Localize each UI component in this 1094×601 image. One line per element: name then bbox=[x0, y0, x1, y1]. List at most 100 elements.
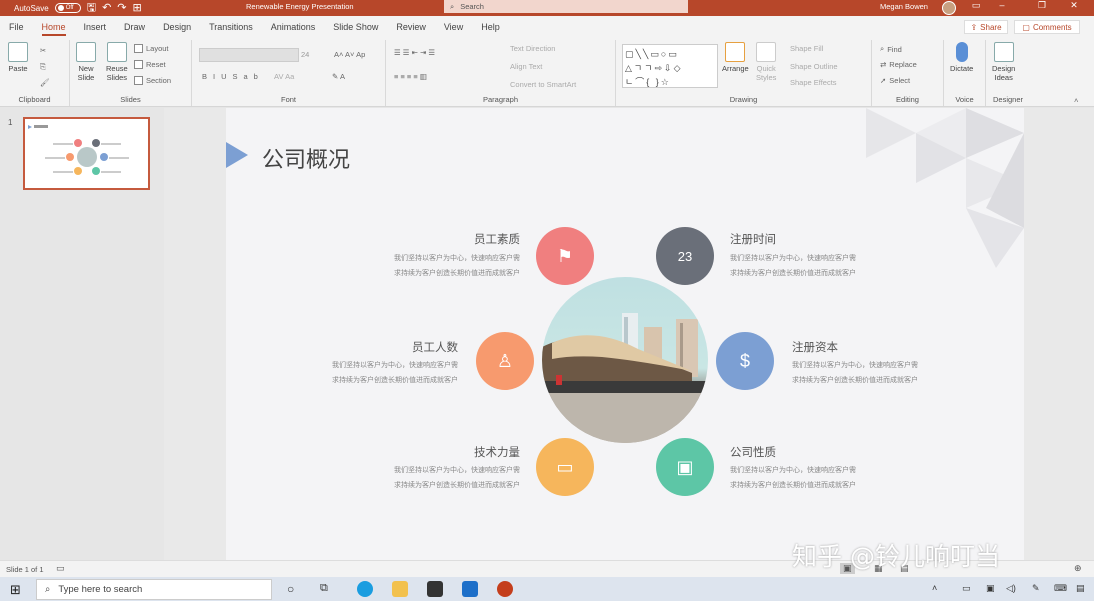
char-spacing-icon[interactable]: AV Aa bbox=[274, 72, 294, 81]
convert-smartart-button[interactable]: Convert to SmartArt bbox=[510, 80, 576, 89]
volume-icon[interactable]: ◁) bbox=[1006, 583, 1016, 594]
font-style-buttons[interactable]: BIUSab bbox=[202, 72, 264, 81]
reuse-slides-icon bbox=[106, 42, 127, 62]
voice-group: Dictate Voice bbox=[944, 40, 986, 106]
taskbar-search-box[interactable]: ⌕ Type here to search bbox=[36, 579, 272, 600]
user-icon: ♙ bbox=[476, 332, 534, 390]
windows-start-icon[interactable]: ⊞ bbox=[10, 582, 21, 598]
restore-icon[interactable]: ❐ bbox=[1030, 0, 1054, 11]
collapse-ribbon-icon[interactable]: ˄ bbox=[1074, 96, 1078, 105]
ribbon-display-icon[interactable]: ▭ bbox=[964, 0, 988, 11]
item-desc-staff-count: 我们坚持以客户为中心，快速响应客户需 求持续为客户创造长期价值进而成就客户 bbox=[332, 361, 458, 384]
tab-home[interactable]: Home bbox=[33, 16, 75, 38]
arrange-button[interactable]: Arrange bbox=[722, 42, 749, 73]
editing-label: Editing bbox=[896, 95, 919, 104]
font-name-box[interactable] bbox=[199, 48, 299, 62]
network-icon[interactable]: ▣ bbox=[986, 583, 995, 594]
reset-button[interactable]: Reset bbox=[134, 60, 166, 69]
dictate-button[interactable]: Dictate bbox=[950, 42, 973, 73]
bullets-icon[interactable]: ☰ ☰ ⇤ ⇥ ☰ bbox=[394, 48, 435, 57]
designer-group: Design Ideas Designer bbox=[986, 40, 1030, 106]
design-ideas-button[interactable]: Design Ideas bbox=[992, 42, 1015, 82]
battery-icon: ▭ bbox=[536, 438, 594, 496]
shape-fill-button[interactable]: Shape Fill bbox=[790, 44, 823, 53]
redo-icon[interactable]: ↷ bbox=[117, 3, 126, 14]
pen-icon[interactable]: ✎ bbox=[1032, 583, 1040, 594]
replace-icon: ⇄ bbox=[880, 60, 887, 69]
battery-tray-icon[interactable]: ▭ bbox=[962, 583, 971, 594]
search-icon: ⌕ bbox=[45, 584, 51, 595]
tab-draw[interactable]: Draw bbox=[115, 16, 154, 38]
title-search-box[interactable]: ⌕ Search bbox=[444, 0, 688, 13]
minimize-icon[interactable]: – bbox=[990, 0, 1014, 10]
slide-thumbnail[interactable] bbox=[23, 117, 150, 190]
item-title-staff-quality: 员工素质 bbox=[474, 232, 520, 246]
file-explorer-icon[interactable] bbox=[392, 581, 408, 597]
undo-icon[interactable]: ↶ bbox=[102, 3, 111, 14]
replace-button[interactable]: ⇄ Replace bbox=[880, 60, 917, 69]
voice-label: Voice bbox=[955, 95, 974, 104]
tab-view[interactable]: View bbox=[435, 16, 472, 38]
search-icon: ⌕ bbox=[450, 1, 455, 11]
new-slide-button[interactable]: New Slide bbox=[76, 42, 96, 82]
present-icon[interactable]: ⊞ bbox=[133, 3, 142, 14]
user-name[interactable]: Megan Bowen bbox=[880, 2, 928, 11]
microphone-icon bbox=[955, 42, 968, 62]
copy-icon[interactable]: ⎘ bbox=[40, 62, 46, 72]
paste-button[interactable]: Paste bbox=[8, 42, 28, 73]
format-painter-icon[interactable]: 🖌 bbox=[40, 78, 50, 87]
powerpoint-icon[interactable] bbox=[497, 581, 513, 597]
font-size-box[interactable]: 24 bbox=[299, 48, 329, 62]
item-title-registration-time: 注册时间 bbox=[730, 232, 776, 246]
keyboard-icon[interactable]: ⌨ bbox=[1054, 583, 1067, 594]
cursor-icon: ➚ bbox=[880, 76, 887, 85]
tab-help[interactable]: Help bbox=[472, 16, 509, 38]
quick-styles-button[interactable]: Quick Styles bbox=[756, 42, 776, 82]
shape-outline-button[interactable]: Shape Outline bbox=[790, 62, 838, 71]
tab-transitions[interactable]: Transitions bbox=[200, 16, 262, 38]
save-icon[interactable]: 🖫 bbox=[87, 3, 96, 14]
avatar[interactable] bbox=[942, 1, 956, 15]
task-view-icon[interactable]: ⧉ bbox=[320, 582, 328, 595]
shapes-gallery[interactable]: ▢╲╲▭○▭ △ㄱㄱ⇨⇩◇ ㄴ⌒{ }☆ bbox=[622, 44, 718, 88]
layout-button[interactable]: Layout bbox=[134, 44, 169, 53]
close-icon[interactable]: ✕ bbox=[1062, 0, 1086, 11]
select-button[interactable]: ➚ Select bbox=[880, 76, 910, 85]
watermark: 知乎 @铃儿响叮当 bbox=[792, 542, 1000, 571]
comments-button[interactable]: ▢ Comments bbox=[1014, 20, 1080, 34]
fit-slide-icon[interactable]: ⊕ bbox=[1074, 563, 1082, 574]
tab-slide-show[interactable]: Slide Show bbox=[324, 16, 387, 38]
align-text-button[interactable]: Align Text bbox=[510, 62, 542, 71]
reuse-slides-button[interactable]: Reuse Slides bbox=[106, 42, 128, 82]
tab-review[interactable]: Review bbox=[387, 16, 435, 38]
show-hidden-icons-icon[interactable]: ˄ bbox=[932, 583, 937, 593]
store-icon[interactable] bbox=[427, 581, 443, 597]
notifications-icon[interactable]: ▤ bbox=[1076, 583, 1085, 594]
designer-label: Designer bbox=[992, 95, 1023, 104]
notes-icon[interactable]: ▭ bbox=[56, 563, 65, 574]
edge-icon[interactable] bbox=[357, 581, 373, 597]
cortana-icon[interactable]: ○ bbox=[287, 582, 294, 596]
section-button[interactable]: Section bbox=[134, 76, 171, 85]
shape-effects-button[interactable]: Shape Effects bbox=[790, 78, 837, 87]
tab-insert[interactable]: Insert bbox=[75, 16, 116, 38]
slide-title[interactable]: 公司概况 bbox=[262, 142, 350, 174]
font-grow-shrink[interactable]: A˄ A˅ Ap bbox=[334, 50, 365, 59]
share-button[interactable]: ⇪ Share bbox=[964, 20, 1008, 34]
share-icon: ⇪ bbox=[970, 22, 978, 32]
tab-design[interactable]: Design bbox=[154, 16, 200, 38]
slide[interactable]: 公司概况 ⚑ 员工素质 我们坚持以客户为中心，快速响应客户需 求持续为客户创造长期… bbox=[226, 108, 1024, 560]
mail-icon[interactable] bbox=[462, 581, 478, 597]
clipboard-group: Paste ✂ ⎘ 🖌 Clipboard bbox=[0, 40, 70, 106]
cut-icon[interactable]: ✂ bbox=[40, 46, 46, 55]
font-label: Font bbox=[280, 95, 296, 104]
autosave-toggle[interactable]: Off bbox=[54, 3, 81, 13]
find-button[interactable]: ⌕ Find bbox=[880, 44, 902, 54]
text-direction-button[interactable]: Text Direction bbox=[510, 44, 555, 53]
font-color-icon[interactable]: ✎ A bbox=[332, 72, 345, 81]
tab-file[interactable]: File bbox=[0, 16, 33, 38]
align-icons[interactable]: ≡ ≡ ≡ ≡ ▥ bbox=[394, 72, 427, 81]
tab-animations[interactable]: Animations bbox=[262, 16, 325, 38]
paragraph-group: ☰ ☰ ⇤ ⇥ ☰ Text Direction Align Text Conv… bbox=[386, 40, 616, 106]
ribbon: Paste ✂ ⎘ 🖌 Clipboard New Slide Reuse Slid… bbox=[0, 38, 1094, 107]
